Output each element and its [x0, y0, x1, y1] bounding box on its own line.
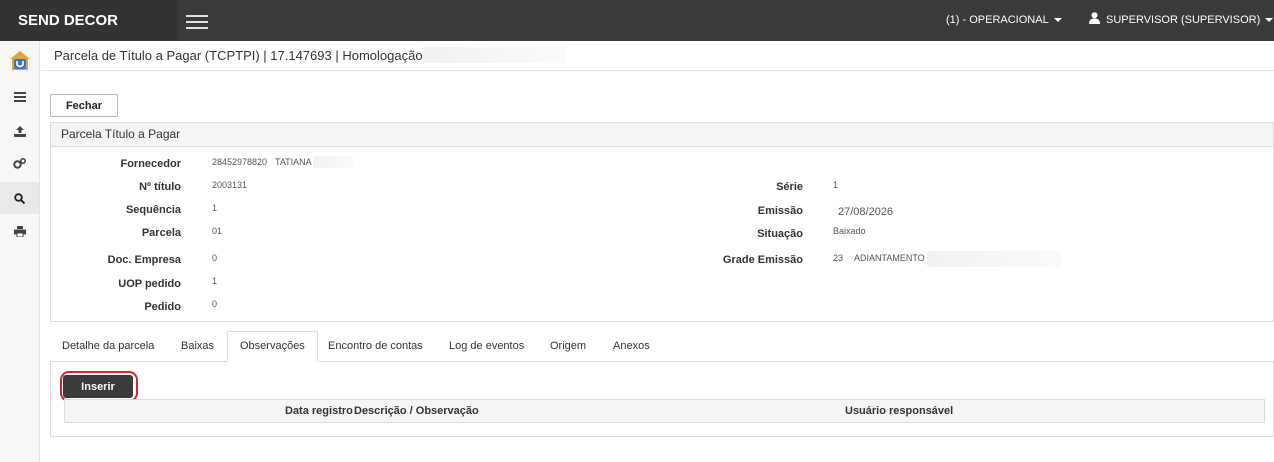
tab-detalhe-da-parcela[interactable]: Detalhe da parcela [50, 331, 166, 362]
tab-log-de-eventos[interactable]: Log de eventos [437, 331, 536, 362]
field-label-grade-emissao: Grade Emissão [722, 254, 803, 266]
redacted-area [313, 156, 353, 168]
parcela-panel: Parcela Título a Pagar Fornecedor 284529… [50, 122, 1274, 322]
print-icon [13, 225, 26, 237]
field-value-grade-emissao: 23 [833, 253, 844, 263]
gears-icon [13, 157, 26, 169]
redacted-area [422, 47, 566, 63]
tab-encontro-de-contas[interactable]: Encontro de contas [316, 331, 435, 362]
chevron-down-icon [1265, 18, 1274, 23]
tab-observacoes[interactable]: Observações [227, 331, 318, 362]
field-value-fornecedor-name: TATIANA [275, 157, 312, 167]
field-label-uop-pedido: UOP pedido [118, 278, 181, 290]
list-icon [13, 92, 26, 102]
column-header-descricao[interactable]: Descrição / Observação [354, 405, 479, 417]
sidebar-item-print[interactable] [0, 215, 39, 247]
field-value-grade-emissao-desc: ADIANTAMENTO E [854, 253, 934, 263]
tab-baixas[interactable]: Baixas [169, 331, 226, 362]
field-label-pedido: Pedido [144, 301, 181, 313]
panel-title: Parcela Título a Pagar [51, 123, 1273, 147]
field-label-parcela: Parcela [141, 227, 181, 239]
field-label-numero-titulo: Nº título [139, 181, 181, 193]
insert-button[interactable]: Inserir [63, 375, 133, 398]
redacted-area [927, 251, 1061, 267]
search-icon [14, 192, 25, 204]
field-value-fornecedor: 28452978820 [212, 157, 268, 167]
sidebar-item-upload[interactable] [0, 115, 39, 147]
page-header: Parcela de Título a Pagar (TCPTPI) | 17.… [41, 41, 1274, 71]
upload-icon [13, 125, 26, 137]
user-dropdown[interactable]: SUPERVISOR (SUPERVISOR) [1089, 0, 1274, 41]
chevron-down-icon [1053, 18, 1062, 23]
field-label-serie: Série [776, 181, 803, 193]
field-label-doc-empresa: Doc. Empresa [107, 254, 181, 266]
hamburger-menu-icon[interactable] [186, 12, 210, 30]
field-value-situacao: Baixado [833, 226, 866, 236]
home-logo-icon [9, 51, 30, 70]
field-value-pedido: 0 [212, 299, 218, 309]
user-label: SUPERVISOR (SUPERVISOR) [1106, 14, 1261, 26]
field-value-numero-titulo: 2003131 [212, 180, 248, 190]
user-icon [1089, 12, 1100, 24]
left-sidebar [0, 41, 40, 462]
field-label-fornecedor: Fornecedor [120, 158, 181, 170]
field-value-emissao: 27/08/2026 [838, 206, 894, 218]
field-label-situacao: Situação [757, 228, 803, 240]
observations-table-header: Data registro Descrição / Observação Usu… [64, 399, 1265, 423]
tab-anexos[interactable]: Anexos [601, 331, 662, 362]
sidebar-item-list[interactable] [0, 81, 39, 113]
sidebar-item-settings[interactable] [0, 147, 39, 179]
column-header-usuario[interactable]: Usuário responsável [845, 405, 953, 417]
page-title: Parcela de Título a Pagar (TCPTPI) | 17.… [54, 48, 430, 63]
top-navbar: SEND DECOR (1) - OPERACIONAL SUPERVISOR … [0, 0, 1274, 41]
field-value-sequencia: 1 [212, 203, 218, 213]
field-label-sequencia: Sequência [125, 204, 181, 216]
field-label-emissao: Emissão [757, 205, 803, 217]
close-button[interactable]: Fechar [50, 94, 118, 117]
column-header-data-registro[interactable]: Data registro [285, 405, 353, 417]
field-value-parcela: 01 [212, 226, 223, 236]
sidebar-item-home[interactable] [0, 45, 39, 77]
profile-label: (1) - OPERACIONAL [946, 14, 1049, 26]
field-value-doc-empresa: 0 [212, 253, 218, 263]
sidebar-item-search[interactable] [0, 182, 39, 214]
field-value-serie: 1 [833, 180, 839, 190]
profile-dropdown[interactable]: (1) - OPERACIONAL [946, 0, 1062, 41]
tab-origem[interactable]: Origem [538, 331, 598, 362]
brand-logo[interactable]: SEND DECOR [0, 0, 178, 41]
field-value-uop-pedido: 1 [212, 276, 218, 286]
